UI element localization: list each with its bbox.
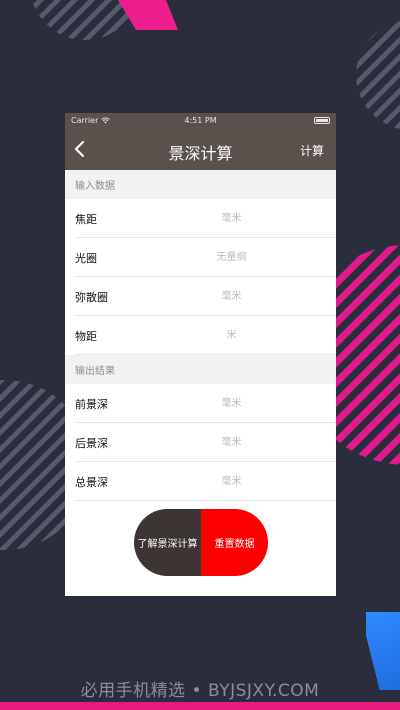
subject-distance-row: 物距 bbox=[65, 316, 336, 355]
far-dof-label: 后景深 bbox=[75, 436, 108, 450]
output-section-header: 输出结果 bbox=[65, 355, 336, 384]
reset-data-button[interactable]: 重置数据 bbox=[201, 509, 268, 576]
subject-distance-input[interactable] bbox=[167, 329, 296, 342]
subject-distance-label: 物距 bbox=[75, 329, 97, 343]
pink-wedge-top bbox=[118, 0, 178, 30]
battery-icon bbox=[314, 117, 330, 124]
near-dof-output[interactable] bbox=[167, 397, 296, 410]
aperture-label: 光圈 bbox=[75, 251, 97, 265]
far-dof-row: 后景深 bbox=[65, 423, 336, 462]
focal-length-row: 焦距 bbox=[65, 199, 336, 238]
status-time: 4:51 PM bbox=[184, 116, 217, 125]
far-dof-output[interactable] bbox=[167, 436, 296, 449]
calculate-button[interactable]: 计算 bbox=[300, 142, 324, 159]
aperture-row: 光圈 bbox=[65, 238, 336, 277]
total-dof-output[interactable] bbox=[167, 475, 296, 488]
near-dof-row: 前景深 bbox=[65, 384, 336, 423]
nav-bar: 景深计算 计算 bbox=[65, 128, 336, 170]
aperture-input[interactable] bbox=[167, 251, 296, 264]
circle-of-confusion-label: 弥散圈 bbox=[75, 290, 108, 304]
circle-of-confusion-input[interactable] bbox=[167, 290, 296, 303]
learn-dof-button[interactable]: 了解景深计算 bbox=[134, 509, 201, 576]
focal-length-label: 焦距 bbox=[75, 212, 97, 226]
app-screen: Carrier 4:51 PM 景深计算 计算 输入数据 焦距 光圈 弥散圈 物… bbox=[65, 113, 336, 596]
page-title: 景深计算 bbox=[168, 144, 233, 163]
focal-length-input[interactable] bbox=[167, 212, 296, 225]
total-dof-row: 总景深 bbox=[65, 462, 336, 501]
total-dof-label: 总景深 bbox=[75, 475, 108, 489]
status-bar: Carrier 4:51 PM bbox=[65, 113, 336, 128]
pink-bottom-bar bbox=[0, 702, 400, 710]
action-button-group: 了解景深计算 重置数据 bbox=[134, 509, 268, 576]
near-dof-label: 前景深 bbox=[75, 397, 108, 411]
watermark-text: 必用手机精选 • BYJSJXY.COM bbox=[80, 681, 320, 701]
striped-circle-top-right bbox=[356, 20, 400, 130]
input-section-header: 输入数据 bbox=[65, 170, 336, 199]
back-chevron-icon[interactable] bbox=[71, 139, 89, 159]
circle-of-confusion-row: 弥散圈 bbox=[65, 277, 336, 316]
